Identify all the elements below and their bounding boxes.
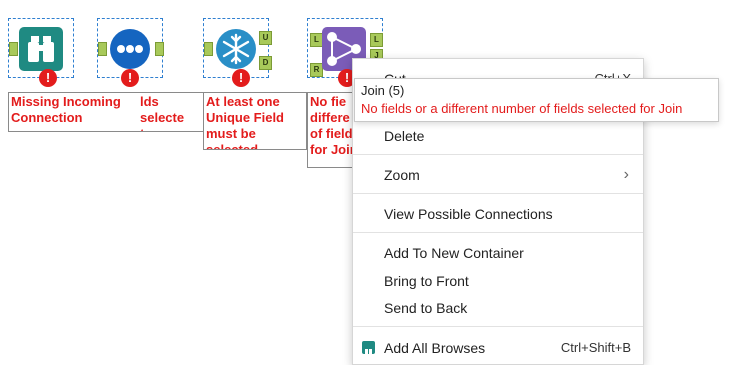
error-icon: ! xyxy=(39,69,57,87)
binoculars-icon xyxy=(19,27,63,71)
menu-separator xyxy=(353,193,643,194)
output-anchor[interactable] xyxy=(155,42,164,56)
menu-item-label: Send to Back xyxy=(384,300,468,316)
snowflake-icon xyxy=(214,27,258,71)
duplicate-output-anchor[interactable]: D xyxy=(259,56,272,70)
menu-item-add-all-browses[interactable]: Add All Browses Ctrl+Shift+B xyxy=(353,336,643,360)
unique-tool[interactable]: U D ! xyxy=(203,18,272,87)
input-anchor[interactable] xyxy=(9,42,18,56)
menu-separator xyxy=(353,232,643,233)
error-tooltip: Join (5) No fields or a different number… xyxy=(354,78,719,122)
menu-item-shortcut: Ctrl+Shift+B xyxy=(560,340,631,355)
select-tool[interactable]: ! xyxy=(97,18,164,87)
menu-item-label: Delete xyxy=(384,128,425,144)
menu-item-label: Zoom xyxy=(384,167,420,183)
tooltip-message: No fields or a different number of field… xyxy=(361,101,683,116)
input-anchor[interactable] xyxy=(204,42,213,56)
menu-item-send-to-back[interactable]: Send to Back xyxy=(353,296,643,320)
error-icon: ! xyxy=(232,69,250,87)
menu-item-add-to-new-container[interactable]: Add To New Container xyxy=(353,241,643,265)
menu-item-view-possible-connections[interactable]: View Possible Connections xyxy=(353,202,643,226)
menu-item-label: Add All Browses xyxy=(384,340,486,356)
menu-item-delete[interactable]: Delete xyxy=(353,124,643,148)
menu-item-label: View Possible Connections xyxy=(384,206,553,222)
input-anchor[interactable] xyxy=(98,42,107,56)
error-label: At least one Unique Field must be select… xyxy=(203,92,307,150)
chevron-right-icon: › xyxy=(623,166,629,183)
unique-output-anchor[interactable]: U xyxy=(259,31,272,45)
tooltip-title: Join (5) xyxy=(361,83,405,98)
error-icon: ! xyxy=(121,69,139,87)
browse-icon xyxy=(362,341,375,355)
error-label: Missing Incoming Connection xyxy=(8,92,140,132)
menu-separator xyxy=(353,154,643,155)
browse-tool[interactable]: ! xyxy=(8,18,74,87)
menu-item-label: Bring to Front xyxy=(384,273,469,289)
select-icon xyxy=(108,27,152,71)
menu-separator xyxy=(353,326,643,327)
menu-item-label: Add To New Container xyxy=(384,245,524,261)
join-left-output-anchor[interactable]: L xyxy=(370,33,383,47)
error-label: lds selecte t xyxy=(138,92,204,132)
menu-item-bring-to-front[interactable]: Bring to Front xyxy=(353,269,643,293)
menu-item-zoom[interactable]: Zoom › xyxy=(353,163,643,187)
